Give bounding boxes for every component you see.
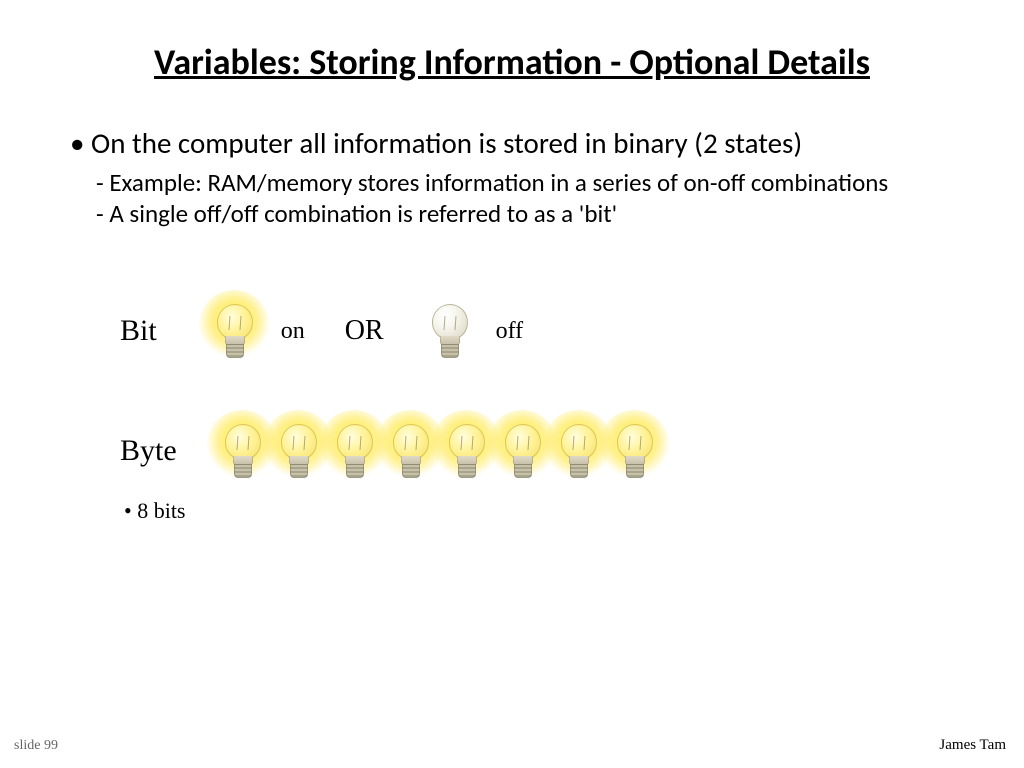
lightbulb-off-icon (424, 300, 474, 362)
lightbulb-on-icon (217, 420, 267, 482)
lightbulb-on-icon (497, 420, 547, 482)
sub-bullets: Example: RAM/memory stores information i… (96, 167, 984, 230)
sub-bullet-2: A single off/off combination is referred… (96, 198, 984, 229)
sub-bullet-1: Example: RAM/memory stores information i… (96, 167, 984, 198)
byte-row: Byte (120, 420, 659, 482)
lightbulb-on-icon (553, 420, 603, 482)
byte-bulbs (217, 420, 659, 482)
slide-number: slide 99 (14, 738, 58, 754)
lightbulb-on-icon (609, 420, 659, 482)
byte-label: Byte (120, 434, 177, 468)
bit-label: Bit (120, 314, 157, 348)
or-label: OR (345, 315, 384, 347)
off-label: off (496, 318, 524, 345)
byte-sub: • 8 bits (124, 498, 659, 524)
bit-row: Bit on OR off (120, 300, 523, 362)
byte-block: Byte • 8 bits (120, 420, 659, 524)
lightbulb-on-icon (273, 420, 323, 482)
lightbulb-on-icon (209, 300, 259, 362)
lightbulb-on-icon (441, 420, 491, 482)
lightbulb-on-icon (385, 420, 435, 482)
author: James Tam (939, 737, 1006, 754)
slide-body: On the computer all information is store… (70, 125, 984, 230)
slide: Variables: Storing Information - Optiona… (0, 0, 1024, 768)
on-label: on (281, 318, 305, 345)
main-bullet: On the computer all information is store… (70, 125, 984, 161)
lightbulb-on-icon (329, 420, 379, 482)
slide-title: Variables: Storing Information - Optiona… (0, 40, 1024, 84)
